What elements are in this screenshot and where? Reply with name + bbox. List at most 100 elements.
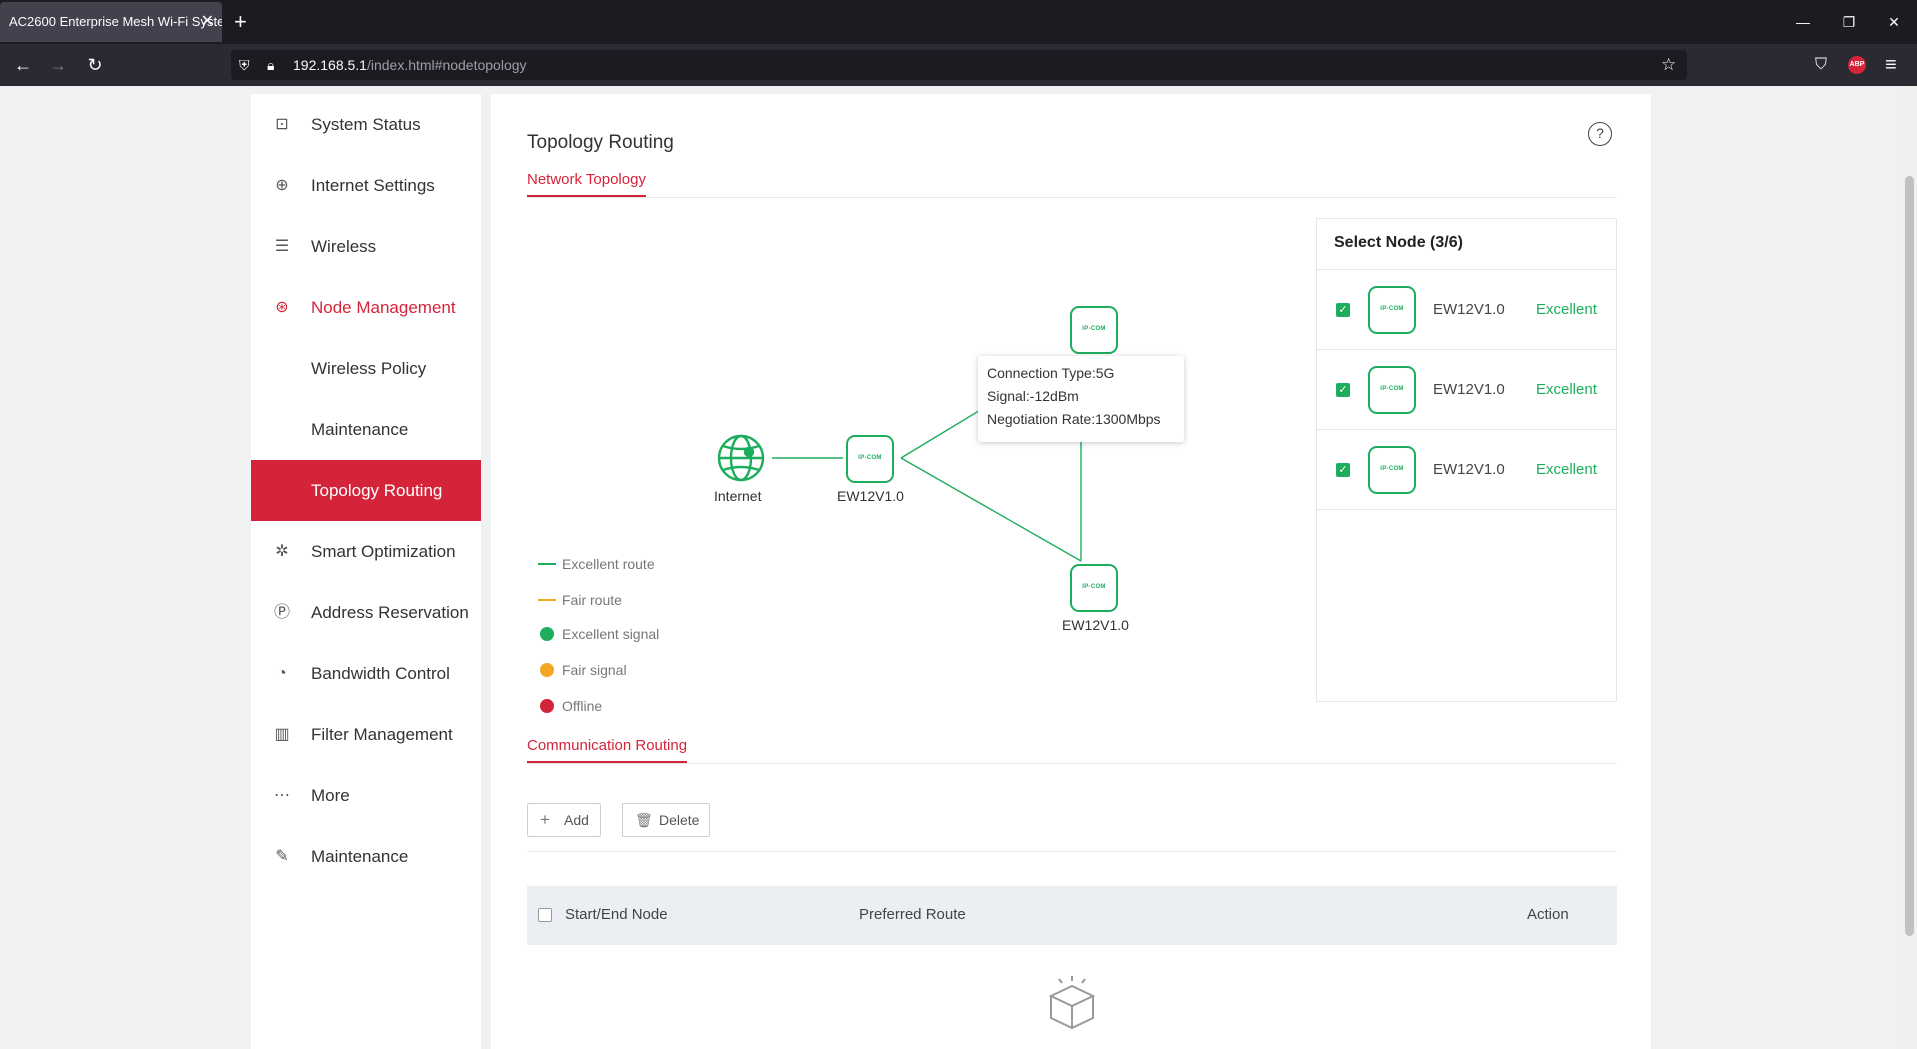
browser-titlebar: AC2600 Enterprise Mesh Wi-Fi System ✕ + … [0,0,1917,44]
node-top-router-icon[interactable]: IP-COM [1070,306,1118,354]
main-panel: Topology Routing ? Network Topology IP-C… [491,94,1651,1049]
legend-label: Fair route [562,592,622,608]
sidebar-item-label: Address Reservation [311,602,469,622]
menu-icon[interactable]: ≡ [1885,44,1897,86]
route-main-to-bottom [900,457,1082,562]
col-start-end-node: Start/End Node [565,906,668,923]
sidebar-item-system-status[interactable]: ⊡ System Status [251,94,481,155]
node-name: EW12V1.0 [1433,301,1505,318]
sidebar-item-internet-settings[interactable]: ⊕ Internet Settings [251,155,481,216]
page-title: Topology Routing [527,132,674,153]
legend-dot-swatch [540,663,554,677]
node-status: Excellent [1536,381,1597,398]
sidebar-item-wireless[interactable]: ☰ Wireless [251,216,481,277]
legend-label: Fair signal [562,662,627,678]
delete-button-label: Delete [659,812,700,828]
globe-icon: ⊕ [275,176,289,194]
bookmark-star-icon[interactable]: ☆ [1661,50,1676,80]
sidebar-item-label: Smart Optimization [311,541,456,561]
node-checkbox[interactable]: ✓ [1336,463,1350,477]
adblock-icon[interactable]: ABP [1848,56,1866,74]
wrench-icon: ✎ [275,847,289,865]
sidebar-subitem-topology-routing[interactable]: Topology Routing [251,460,481,521]
legend-dot-swatch [540,627,554,641]
ipcom-logo: IP-COM [858,455,882,461]
sidebar: ⊡ System Status ⊕ Internet Settings ☰ Wi… [251,94,481,1049]
internet-label: Internet [714,488,762,504]
divider [527,851,1617,852]
legend-dot-swatch [540,699,554,713]
sidebar-item-maintenance[interactable]: ✎ Maintenance [251,826,481,887]
sidebar-item-label: Internet Settings [311,175,435,195]
filter-monitor-icon: ▥ [274,725,290,743]
sidebar-item-smart-optimization[interactable]: ✲ Smart Optimization [251,521,481,582]
restore-button[interactable]: ❐ [1826,0,1872,44]
nodes-icon: ⊛ [275,298,289,316]
node-checkbox[interactable]: ✓ [1336,383,1350,397]
plus-icon: + [540,810,550,829]
tab-title: AC2600 Enterprise Mesh Wi-Fi System [9,14,222,29]
lock-icon[interactable]: 🔒︎ [267,50,274,80]
select-node-title: Select Node (3/6) [1334,234,1463,251]
sidebar-item-label: Bandwidth Control [311,663,450,683]
close-window-button[interactable]: ✕ [1871,0,1917,44]
address-bar[interactable]: ⛨ 🔒︎ 192.168.5.1/index.html#nodetopology… [231,50,1687,80]
tab-network-topology[interactable]: Network Topology [527,171,646,197]
sidebar-item-label: Maintenance [311,419,409,439]
node-router-icon: IP-COM [1368,286,1416,334]
scrollbar-thumb[interactable] [1905,176,1914,936]
node-main-router-icon[interactable]: IP-COM [846,435,894,483]
node-status: Excellent [1536,301,1597,318]
delete-button[interactable]: 🗑︎ Delete [622,803,710,837]
select-node-row[interactable]: ✓ IP-COM EW12V1.0 Excellent [1317,350,1616,430]
forward-button[interactable]: → [42,44,74,86]
ipcom-logo: IP-COM [1082,584,1106,590]
select-all-checkbox[interactable] [538,908,552,922]
node-name: EW12V1.0 [1433,381,1505,398]
tab-close-icon[interactable]: ✕ [201,2,214,42]
page-scrollbar[interactable] [1902,86,1917,1049]
node-router-icon: IP-COM [1368,446,1416,494]
sidebar-item-node-management[interactable]: ⊛ Node Management [251,277,481,338]
col-action: Action [1527,906,1569,923]
shield-icon[interactable]: ⛨ [239,50,250,80]
select-node-row[interactable]: ✓ IP-COM EW12V1.0 Excellent [1317,430,1616,510]
node-status: Excellent [1536,461,1597,478]
add-button[interactable]: + Add [527,803,601,837]
sidebar-item-label: Wireless [311,236,377,256]
back-button[interactable]: ← [7,44,39,86]
sidebar-item-address-reservation[interactable]: Ⓟ Address Reservation [251,582,481,643]
node-bottom-label: EW12V1.0 [1062,617,1129,633]
pocket-icon[interactable]: ⛉ [1815,44,1827,86]
new-tab-button[interactable]: + [234,0,247,44]
url-text[interactable]: 192.168.5.1/index.html#nodetopology [293,50,527,80]
reload-button[interactable]: ↻ [79,44,111,86]
legend-line-swatch [538,563,556,565]
help-icon[interactable]: ? [1588,122,1612,146]
sidebar-item-more[interactable]: ⋯ More [251,765,481,826]
tooltip-connection-type: Connection Type:5G [987,365,1115,381]
col-preferred-route: Preferred Route [859,906,966,923]
browser-tab[interactable]: AC2600 Enterprise Mesh Wi-Fi System ✕ [0,2,222,42]
sidebar-item-label: Filter Management [311,724,453,744]
divider [527,197,1617,198]
chart-monitor-icon: ⊡ [275,115,289,133]
minimize-button[interactable]: — [1780,0,1826,44]
node-bottom-router-icon[interactable]: IP-COM [1070,564,1118,612]
select-node-row[interactable]: ✓ IP-COM EW12V1.0 Excellent [1317,270,1616,350]
ipcom-logo: IP-COM [1380,386,1404,392]
browser-navbar: ← → ↻ ⛨ 🔒︎ 192.168.5.1/index.html#nodeto… [0,44,1917,86]
sidebar-item-filter-management[interactable]: ▥ Filter Management [251,704,481,765]
sidebar-subitem-maintenance[interactable]: Maintenance [251,399,481,460]
node-router-icon: IP-COM [1368,366,1416,414]
sidebar-subitem-wireless-policy[interactable]: Wireless Policy [251,338,481,399]
wifi-router-icon: ☰ [274,237,290,255]
more-icon: ⋯ [274,786,290,804]
sidebar-item-label: System Status [311,114,421,134]
sidebar-item-bandwidth-control[interactable]: ◔ Bandwidth Control [251,643,481,704]
legend-label: Offline [562,698,603,714]
node-checkbox[interactable]: ✓ [1336,303,1350,317]
tab-communication-routing[interactable]: Communication Routing [527,737,688,763]
sidebar-item-label: Node Management [311,297,456,317]
legend-label: Excellent signal [562,626,660,642]
